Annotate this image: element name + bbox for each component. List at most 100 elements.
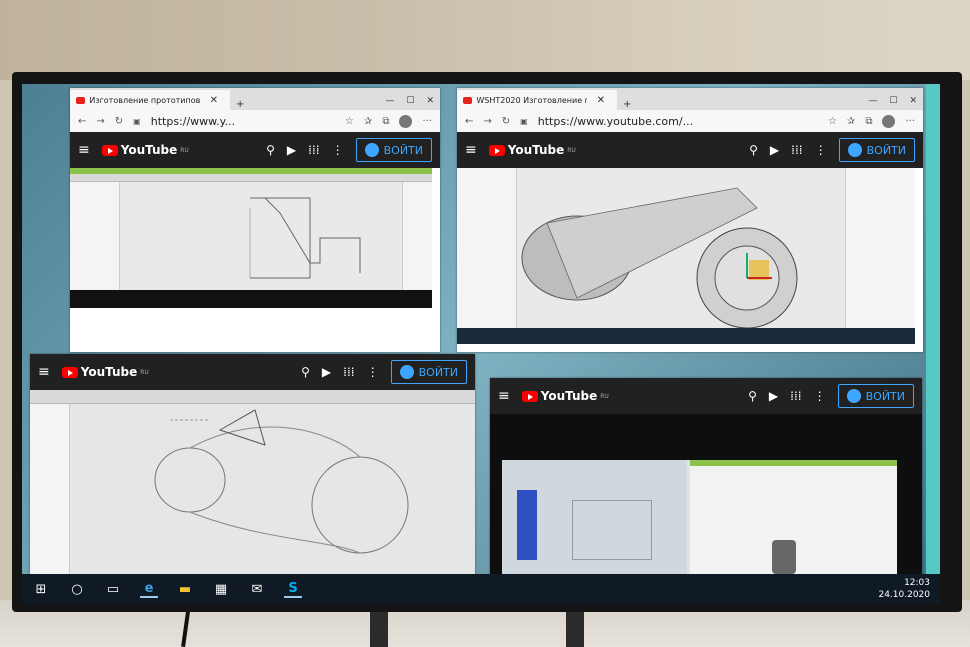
edge-icon[interactable]: e [140, 580, 158, 598]
tab-bar: WSHT2020 Изготовление прото ✕ + — ☐ ✕ [457, 88, 923, 110]
youtube-logo[interactable]: YouTube RU [61, 365, 149, 379]
cad-ribbon [690, 460, 897, 466]
back-icon[interactable]: ← [78, 116, 86, 127]
maximize-icon[interactable]: ☐ [889, 96, 897, 106]
youtube-logo[interactable]: YouTube RU [488, 143, 576, 157]
task-search-icon[interactable]: ○ [68, 580, 86, 598]
store-icon[interactable]: ▦ [212, 580, 230, 598]
search-icon[interactable]: ⚲ [266, 143, 275, 157]
file-explorer-icon[interactable]: ▬ [176, 580, 194, 598]
tab-bar: Изготовление прототипов_Кар ✕ + — ☐ ✕ [70, 88, 440, 110]
minimize-icon[interactable]: — [385, 96, 394, 106]
new-tab-icon[interactable]: + [617, 99, 637, 110]
skype-icon[interactable]: S [284, 580, 302, 598]
apps-icon[interactable]: ⁞⁞⁞ [308, 143, 319, 157]
cad-drawing [249, 197, 361, 279]
new-tab-icon[interactable]: + [230, 99, 250, 110]
menu-icon[interactable]: ≡ [78, 142, 90, 158]
create-video-icon[interactable]: ▶ [322, 365, 331, 379]
apps-icon[interactable]: ⁞⁞⁞ [343, 365, 354, 379]
lock-icon: ▣ [520, 116, 528, 126]
video-controls[interactable] [457, 328, 915, 344]
login-button[interactable]: ВОЙТИ [390, 360, 467, 384]
cad-sketch [154, 409, 409, 554]
maximize-icon[interactable]: ☐ [406, 96, 414, 106]
menu-icon[interactable]: ≡ [38, 364, 50, 380]
favorite-star-icon[interactable]: ☆ [828, 116, 837, 127]
favorites-icon[interactable]: ✰ [847, 116, 855, 127]
youtube-logo-text: YouTube [120, 143, 178, 157]
browser-window-top-right: WSHT2020 Изготовление прото ✕ + — ☐ ✕ ← … [457, 88, 923, 352]
youtube-logo-text: YouTube [507, 143, 565, 157]
settings-kebab-icon[interactable]: ⋮ [367, 365, 379, 379]
youtube-logo[interactable]: YouTube RU [521, 389, 609, 403]
tab-close-icon[interactable]: ✕ [591, 95, 611, 106]
youtube-header: ≡ YouTube RU ⚲ ▶ ⁞⁞⁞ ⋮ ВОЙТИ [457, 132, 923, 168]
search-icon[interactable]: ⚲ [748, 389, 757, 403]
settings-kebab-icon[interactable]: ⋮ [332, 143, 344, 157]
video-player[interactable] [502, 460, 897, 574]
collections-icon[interactable]: ⧉ [382, 116, 389, 127]
tab-video[interactable]: Изготовление прототипов_Кар ✕ [70, 90, 230, 110]
youtube-play-icon [488, 144, 505, 156]
task-view-icon[interactable]: ▭ [104, 580, 122, 598]
address-input[interactable]: https://www.y... [151, 115, 235, 128]
favorite-star-icon[interactable]: ☆ [345, 116, 354, 127]
menu-icon[interactable]: ≡ [498, 388, 510, 404]
create-video-icon[interactable]: ▶ [287, 143, 296, 157]
settings-kebab-icon[interactable]: ⋮ [814, 389, 826, 403]
video-controls[interactable] [70, 290, 432, 308]
more-icon[interactable]: ··· [422, 116, 432, 127]
apps-icon[interactable]: ⁞⁞⁞ [790, 389, 801, 403]
wire-box [572, 500, 652, 560]
video-player[interactable] [70, 168, 432, 308]
collections-icon[interactable]: ⧉ [865, 116, 872, 127]
reload-icon[interactable]: ↻ [502, 116, 510, 127]
profile-avatar[interactable] [399, 114, 413, 128]
youtube-favicon-icon [76, 96, 86, 104]
address-bar-row: ← → ↻ ▣ https://www.y... ☆ ✰ ⧉ ··· [70, 110, 440, 132]
settings-kebab-icon[interactable]: ⋮ [815, 143, 827, 157]
start-icon[interactable]: ⊞ [32, 580, 50, 598]
taskbar-clock[interactable]: 12:03 24.10.2020 [878, 577, 930, 601]
close-icon[interactable]: ✕ [426, 96, 434, 106]
room-wall [0, 0, 970, 80]
forward-icon[interactable]: → [483, 116, 491, 127]
window-controls: — ☐ ✕ [862, 96, 923, 110]
user-icon [846, 389, 861, 403]
region-label: RU [180, 146, 189, 154]
video-player[interactable] [457, 168, 915, 344]
window-controls: — ☐ ✕ [379, 96, 440, 110]
youtube-logo-text: YouTube [80, 365, 138, 379]
mail-icon[interactable]: ✉ [248, 580, 266, 598]
login-button[interactable]: ВОЙТИ [837, 384, 914, 408]
address-input[interactable]: https://www.youtube.com/... [538, 115, 693, 128]
login-button[interactable]: ВОЙТИ [838, 138, 915, 162]
forward-icon[interactable]: → [96, 116, 104, 127]
more-icon[interactable]: ··· [905, 116, 915, 127]
video-player[interactable] [30, 390, 475, 574]
tab-title: WSHT2020 Изготовление прото [476, 95, 586, 105]
minimize-icon[interactable]: — [868, 96, 877, 106]
browser-window-bottom-right: ≡ YouTube RU ⚲ ▶ ⁞⁞⁞ ⋮ ВОЙТИ [490, 378, 922, 574]
reload-icon[interactable]: ↻ [115, 116, 123, 127]
create-video-icon[interactable]: ▶ [769, 389, 778, 403]
search-icon[interactable]: ⚲ [749, 143, 758, 157]
tab-close-icon[interactable]: ✕ [204, 95, 224, 106]
profile-avatar[interactable] [882, 114, 896, 128]
back-icon[interactable]: ← [465, 116, 473, 127]
menu-icon[interactable]: ≡ [465, 142, 477, 158]
youtube-play-icon [521, 390, 538, 402]
region-label: RU [567, 146, 576, 154]
user-icon [399, 365, 414, 379]
youtube-logo[interactable]: YouTube RU [101, 143, 189, 157]
favorites-icon[interactable]: ✰ [364, 116, 372, 127]
tab-video[interactable]: WSHT2020 Изготовление прото ✕ [457, 90, 617, 110]
apps-icon[interactable]: ⁞⁞⁞ [791, 143, 802, 157]
close-icon[interactable]: ✕ [909, 96, 917, 106]
youtube-header: ≡ YouTube RU ⚲ ▶ ⁞⁞⁞ ⋮ ВОЙТИ [490, 378, 922, 414]
search-icon[interactable]: ⚲ [301, 365, 310, 379]
cad-3d-model [521, 187, 798, 329]
create-video-icon[interactable]: ▶ [770, 143, 779, 157]
login-button[interactable]: ВОЙТИ [355, 138, 432, 162]
